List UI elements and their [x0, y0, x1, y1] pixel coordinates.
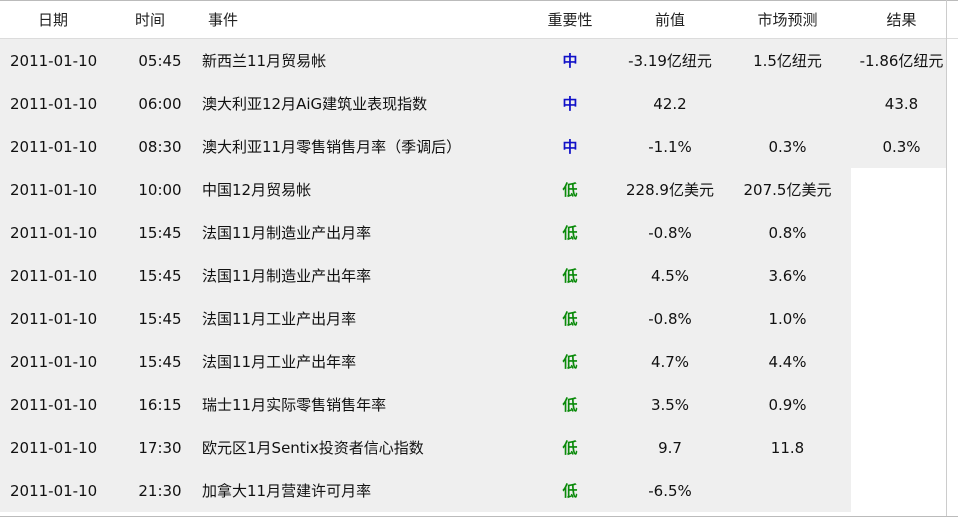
cell-event: 法国11月制造业产出年率 — [202, 267, 372, 285]
cell-importance: 低 — [562, 267, 578, 285]
cell-importance: 低 — [562, 439, 578, 457]
cell-forecast: 3.6% — [768, 266, 807, 285]
cell-time: 10:00 — [138, 180, 182, 199]
table-row: 2011-01-10 21:30 加拿大11月营建许可月率 低 -6.5% — [0, 469, 958, 512]
cell-date: 2011-01-10 — [10, 309, 98, 328]
cell-forecast: 11.8 — [770, 438, 805, 457]
cell-date: 2011-01-10 — [10, 481, 98, 500]
cell-importance: 低 — [562, 353, 578, 371]
cell-forecast: 207.5亿美元 — [743, 181, 832, 199]
table-bottom-border — [0, 516, 958, 517]
cell-time: 15:45 — [138, 223, 182, 242]
header-forecast: 市场预测 — [757, 11, 818, 29]
cell-importance: 低 — [562, 224, 578, 242]
cell-time: 08:30 — [138, 137, 182, 156]
cell-time: 15:45 — [138, 352, 182, 371]
cell-event: 新西兰11月贸易帐 — [202, 52, 327, 70]
cell-importance: 低 — [562, 482, 578, 500]
cell-previous: 228.9亿美元 — [626, 181, 714, 199]
economic-calendar-table: 日期 时间 事件 重要性 前值 市场预测 结果 2011-01-10 05:45 新… — [0, 0, 958, 522]
cell-event: 中国12月贸易帐 — [202, 181, 312, 199]
table-row: 2011-01-10 08:30 澳大利亚11月零售销售月率（季调后） 中 -1.1% 0… — [0, 125, 958, 168]
table-row: 2011-01-10 17:30 欧元区1月Sentix投资者信心指数 低 9.7 11.… — [0, 426, 958, 469]
cell-time: 17:30 — [138, 438, 182, 457]
table-row: 2011-01-10 16:15 瑞士11月实际零售销售年率 低 3.5% 0.9% — [0, 383, 958, 426]
cell-date: 2011-01-10 — [10, 352, 98, 371]
cell-event: 法国11月制造业产出月率 — [202, 224, 372, 242]
cell-previous: -0.8% — [648, 309, 692, 328]
cell-importance: 中 — [562, 52, 578, 70]
table-row: 2011-01-10 06:00 澳大利亚12月AiG建筑业表现指数 中 42.2 43.… — [0, 82, 958, 125]
cell-date: 2011-01-10 — [10, 223, 98, 242]
header-previous: 前值 — [654, 11, 685, 29]
cell-event: 欧元区1月Sentix投资者信心指数 — [202, 439, 424, 457]
table-header: 日期 时间 事件 重要性 前值 市场预测 结果 — [0, 1, 958, 39]
cell-forecast: 0.9% — [768, 395, 807, 414]
table-row: 2011-01-10 15:45 法国11月工业产出月率 低 -0.8% 1.0% — [0, 297, 958, 340]
cell-result: 0.3% — [882, 137, 921, 156]
cell-event: 瑞士11月实际零售销售年率 — [202, 396, 387, 414]
cell-time: 16:15 — [138, 395, 182, 414]
cell-previous: -3.19亿纽元 — [628, 52, 712, 70]
cell-previous: 4.7% — [650, 352, 690, 371]
cell-date: 2011-01-10 — [10, 94, 98, 113]
cell-importance: 中 — [562, 95, 578, 113]
header-importance: 重要性 — [547, 11, 593, 29]
cell-event: 澳大利亚12月AiG建筑业表现指数 — [202, 95, 428, 113]
cell-forecast: 4.4% — [768, 352, 807, 371]
cell-previous: 4.5% — [650, 266, 690, 285]
cell-time: 15:45 — [138, 266, 182, 285]
cell-event: 加拿大11月营建许可月率 — [202, 482, 372, 500]
table-row: 2011-01-10 10:00 中国12月贸易帐 低 228.9亿美元 207.5亿美元 — [0, 168, 958, 211]
cell-importance: 低 — [562, 396, 578, 414]
cell-importance: 低 — [562, 310, 578, 328]
cell-event: 澳大利亚11月零售销售月率（季调后） — [202, 138, 462, 156]
cell-previous: -1.1% — [648, 137, 692, 156]
cell-forecast: 1.0% — [768, 309, 807, 328]
cell-forecast: 0.8% — [768, 223, 807, 242]
cell-previous: 9.7 — [658, 438, 682, 457]
cell-previous: -6.5% — [648, 481, 692, 500]
cell-date: 2011-01-10 — [10, 438, 98, 457]
header-time: 时间 — [135, 11, 166, 29]
cell-time: 06:00 — [138, 94, 182, 113]
cell-previous: -0.8% — [648, 223, 692, 242]
table-right-border — [946, 0, 947, 517]
cell-result: 43.8 — [884, 94, 919, 113]
cell-date: 2011-01-10 — [10, 395, 98, 414]
cell-date: 2011-01-10 — [10, 51, 98, 70]
cell-event: 法国11月工业产出年率 — [202, 353, 357, 371]
cell-time: 21:30 — [138, 481, 182, 500]
table-row: 2011-01-10 15:45 法国11月工业产出年率 低 4.7% 4.4% — [0, 340, 958, 383]
cell-forecast: 0.3% — [768, 137, 807, 156]
cell-time: 05:45 — [138, 51, 182, 70]
cell-date: 2011-01-10 — [10, 180, 98, 199]
header-event: 事件 — [208, 11, 239, 29]
table-row: 2011-01-10 05:45 新西兰11月贸易帐 中 -3.19亿纽元 1.5亿纽元 -… — [0, 39, 958, 82]
table-body: 2011-01-10 05:45 新西兰11月贸易帐中 -3.19亿纽元 1.5亿纽元 -… — [0, 39, 958, 512]
header-result: 结果 — [886, 11, 917, 29]
cell-forecast: 1.5亿纽元 — [753, 52, 822, 70]
cell-date: 2011-01-10 — [10, 137, 98, 156]
cell-previous: 42.2 — [653, 94, 687, 113]
cell-importance: 低 — [562, 181, 578, 199]
cell-result: -1.86亿纽元 — [859, 52, 944, 70]
cell-importance: 中 — [562, 138, 578, 156]
header-date: 日期 — [38, 11, 69, 29]
cell-time: 15:45 — [138, 309, 182, 328]
table-row: 2011-01-10 15:45 法国11月制造业产出年率 低 4.5% 3.6% — [0, 254, 958, 297]
cell-previous: 3.5% — [650, 395, 690, 414]
cell-event: 法国11月工业产出月率 — [202, 310, 357, 328]
cell-date: 2011-01-10 — [10, 266, 98, 285]
table-row: 2011-01-10 15:45 法国11月制造业产出月率 低 -0.8% 0.8% — [0, 211, 958, 254]
